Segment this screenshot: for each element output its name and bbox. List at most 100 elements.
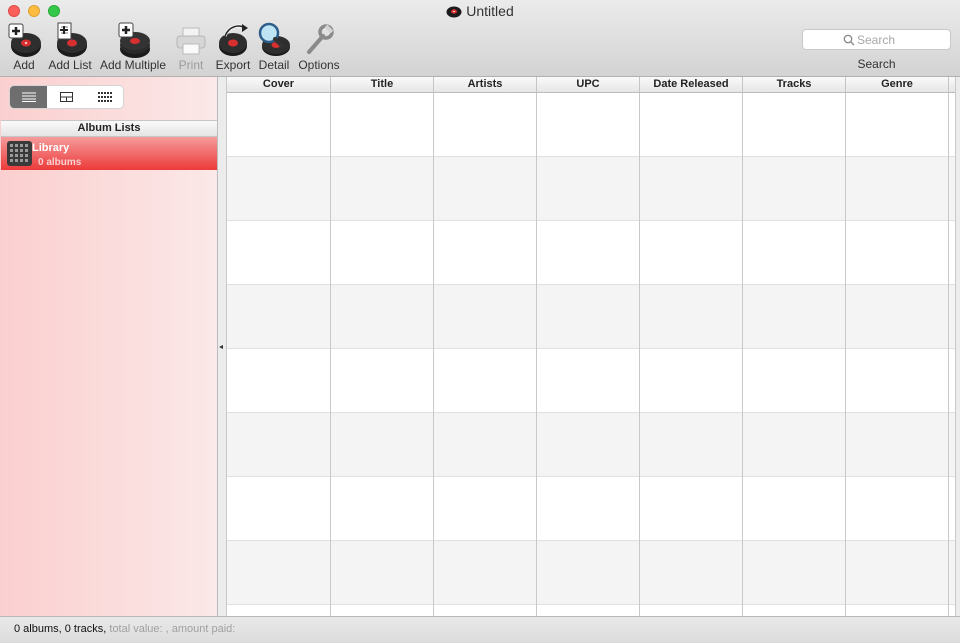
table-scroll-edge bbox=[955, 77, 960, 616]
table-row[interactable] bbox=[227, 93, 955, 157]
add-list-button-label: Add List bbox=[48, 58, 92, 72]
table-cell bbox=[227, 605, 331, 616]
table-cell bbox=[434, 221, 537, 285]
table-cell bbox=[846, 93, 949, 157]
add-multiple-icon bbox=[118, 22, 150, 58]
status-summary: 0 albums, 0 tracks, bbox=[14, 623, 107, 635]
options-button[interactable]: Options bbox=[296, 22, 342, 72]
table-row[interactable] bbox=[227, 285, 955, 349]
search-label: Search bbox=[857, 57, 896, 71]
magnifier-icon bbox=[258, 22, 290, 56]
table-cell bbox=[331, 605, 434, 616]
table-row[interactable] bbox=[227, 157, 955, 221]
sidebar-item-library[interactable]: Library 0 albums bbox=[1, 137, 217, 170]
table-cell bbox=[227, 541, 331, 605]
search-input[interactable] bbox=[857, 31, 947, 48]
table-cell bbox=[640, 605, 743, 616]
add-multiple-button-label: Add Multiple bbox=[99, 58, 167, 72]
album-lists-header: Album Lists bbox=[1, 120, 217, 137]
table-cell bbox=[331, 349, 434, 413]
table-cell bbox=[743, 413, 846, 477]
album-table: Cover Title Artists UPC Date Released Tr… bbox=[226, 77, 955, 616]
add-multiple-button[interactable]: Add Multiple bbox=[98, 22, 168, 72]
table-cell bbox=[331, 541, 434, 605]
table-cell bbox=[227, 221, 331, 285]
column-header-tracks[interactable]: Tracks bbox=[743, 77, 846, 92]
column-header-cover[interactable]: Cover bbox=[227, 77, 331, 92]
column-header-date-released[interactable]: Date Released bbox=[640, 77, 743, 92]
table-cell bbox=[640, 413, 743, 477]
column-header-title[interactable]: Title bbox=[331, 77, 434, 92]
table-cell bbox=[537, 413, 640, 477]
table-cell bbox=[537, 349, 640, 413]
table-cell bbox=[537, 477, 640, 541]
search-field[interactable] bbox=[802, 29, 951, 50]
table-row[interactable] bbox=[227, 541, 955, 605]
column-header-upc[interactable]: UPC bbox=[537, 77, 640, 92]
table-cell bbox=[743, 157, 846, 221]
list-view-button[interactable] bbox=[10, 86, 47, 108]
table-cell bbox=[331, 221, 434, 285]
cover-grid-icon bbox=[97, 92, 112, 102]
detail-button[interactable]: Detail bbox=[255, 22, 293, 72]
split-grid-icon bbox=[60, 92, 73, 102]
table-cell bbox=[331, 285, 434, 349]
table-cell bbox=[434, 93, 537, 157]
table-cell bbox=[743, 221, 846, 285]
table-row[interactable] bbox=[227, 349, 955, 413]
add-list-button[interactable]: Add List bbox=[46, 22, 94, 72]
window-title-bar: Untitled bbox=[0, 3, 960, 19]
table-cell bbox=[434, 477, 537, 541]
status-bar: 0 albums, 0 tracks, total value: , amoun… bbox=[0, 616, 960, 643]
table-cell bbox=[537, 157, 640, 221]
table-cell bbox=[537, 221, 640, 285]
table-cell bbox=[227, 93, 331, 157]
table-cell bbox=[537, 541, 640, 605]
sidebar-item-label: Library bbox=[32, 142, 70, 154]
table-cell bbox=[846, 285, 949, 349]
table-cell bbox=[537, 605, 640, 616]
table-cell bbox=[434, 157, 537, 221]
table-cell bbox=[434, 285, 537, 349]
export-button-label: Export bbox=[215, 58, 251, 72]
table-cell bbox=[331, 413, 434, 477]
column-header-genre[interactable]: Genre bbox=[846, 77, 949, 92]
column-header-artists[interactable]: Artists bbox=[434, 77, 537, 92]
table-row[interactable] bbox=[227, 221, 955, 285]
export-button[interactable]: Export bbox=[212, 22, 254, 72]
table-cell bbox=[331, 157, 434, 221]
table-row[interactable] bbox=[227, 605, 955, 616]
table-cell bbox=[640, 285, 743, 349]
sidebar: Album Lists Library 0 albums bbox=[0, 77, 218, 616]
cover-view-button[interactable] bbox=[86, 86, 123, 108]
table-cell bbox=[227, 477, 331, 541]
table-cell bbox=[743, 93, 846, 157]
print-button[interactable]: Print bbox=[172, 22, 210, 72]
printer-icon bbox=[176, 27, 206, 55]
wrench-icon bbox=[307, 24, 334, 54]
options-button-label: Options bbox=[298, 58, 340, 72]
table-cell bbox=[227, 413, 331, 477]
table-cell bbox=[743, 605, 846, 616]
split-view-handle[interactable] bbox=[219, 345, 223, 349]
table-cell bbox=[434, 605, 537, 616]
toolbar: Untitled Add Add List Add Multiple Print… bbox=[0, 0, 960, 77]
table-cell bbox=[846, 541, 949, 605]
table-row[interactable] bbox=[227, 413, 955, 477]
list-icon bbox=[21, 92, 36, 102]
table-row[interactable] bbox=[227, 477, 955, 541]
grid-view-button[interactable] bbox=[48, 86, 85, 108]
table-cell bbox=[846, 349, 949, 413]
table-cell bbox=[846, 221, 949, 285]
table-cell bbox=[743, 285, 846, 349]
add-album-icon bbox=[8, 23, 41, 57]
window-title: Untitled bbox=[466, 3, 514, 19]
table-cell bbox=[537, 285, 640, 349]
export-icon bbox=[219, 24, 248, 56]
table-cell bbox=[537, 93, 640, 157]
add-list-icon bbox=[57, 22, 87, 57]
table-cell bbox=[640, 221, 743, 285]
table-cell bbox=[743, 477, 846, 541]
add-button[interactable]: Add bbox=[4, 22, 44, 72]
table-cell bbox=[640, 93, 743, 157]
